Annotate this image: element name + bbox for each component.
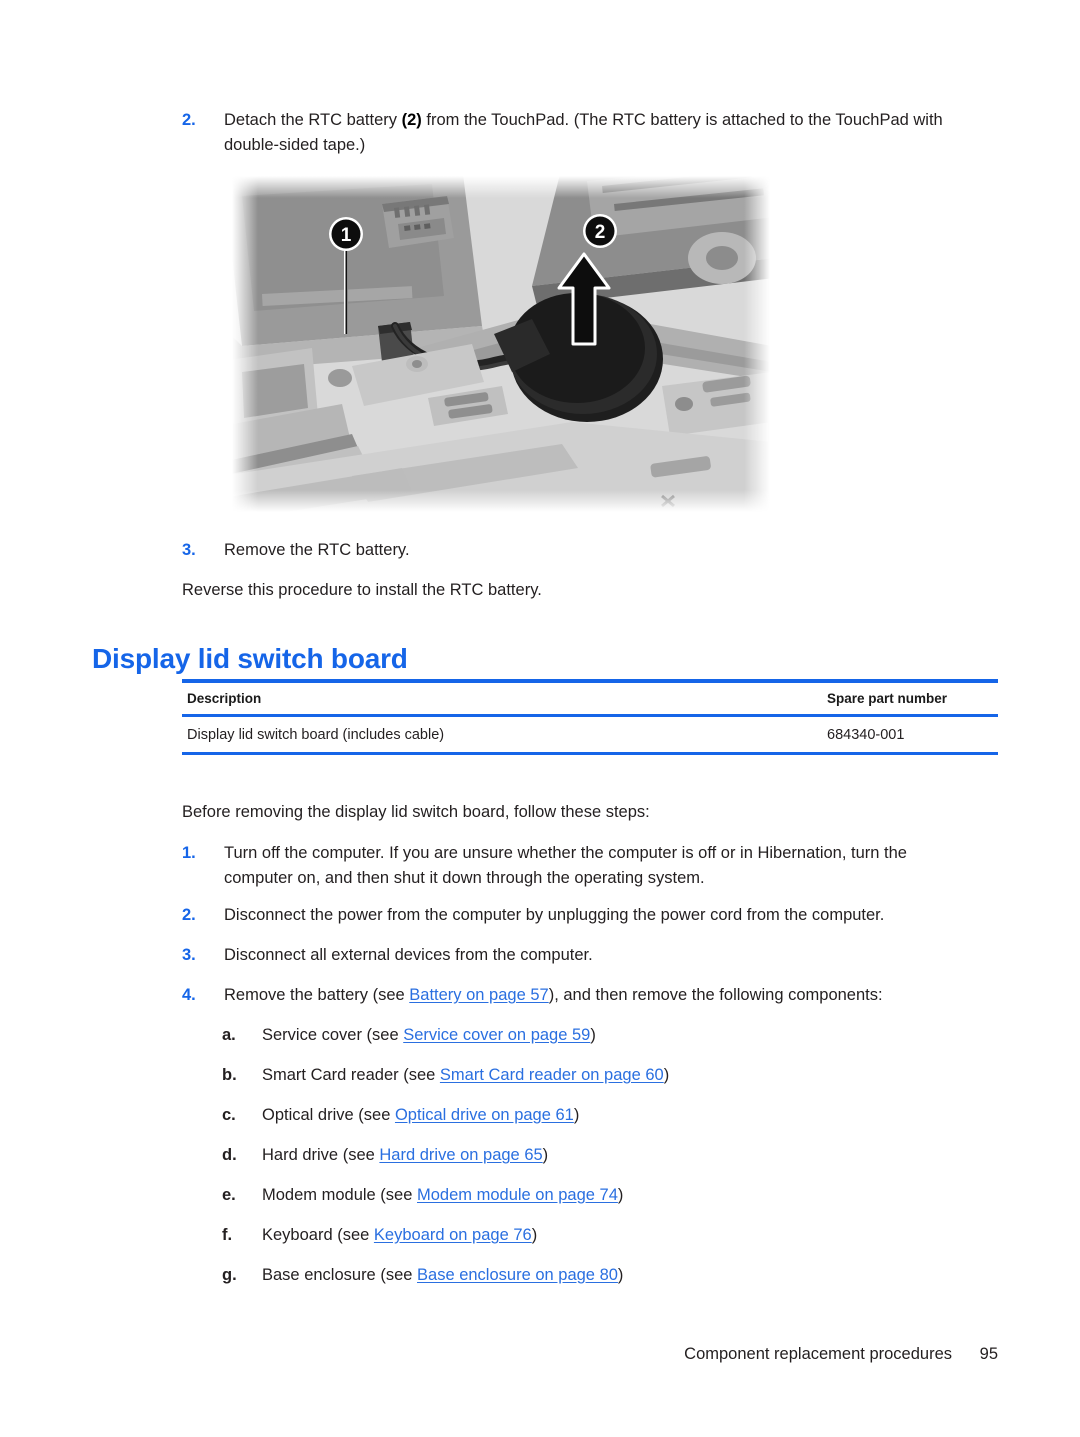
- substep-item-g: g. Base enclosure (see Base enclosure on…: [222, 1263, 982, 1288]
- substep-text-prefix: Optical drive (see: [262, 1106, 395, 1124]
- step-item-2: 2. Disconnect the power from the compute…: [182, 903, 972, 928]
- substep-text-suffix: ): [531, 1226, 538, 1244]
- svg-text:2: 2: [595, 222, 606, 243]
- substep-text-suffix: ): [590, 1026, 596, 1044]
- step-marker: 2.: [182, 906, 196, 924]
- substep-marker: g.: [222, 1266, 237, 1284]
- reverse-procedure-note: Reverse this procedure to install the RT…: [182, 581, 542, 599]
- substep-text-prefix: Modem module (see: [262, 1186, 417, 1204]
- substep-text-suffix: ): [663, 1066, 670, 1084]
- link-smart-card-reader[interactable]: Smart Card reader on page 60: [440, 1066, 664, 1084]
- cell-spare-part-number: 684340-001: [827, 726, 905, 743]
- table-header-row: Description Spare part number: [182, 683, 998, 714]
- substep-text-suffix: ): [573, 1106, 580, 1124]
- step-text-before: Detach the RTC battery: [224, 111, 402, 129]
- substep-text-prefix: Smart Card reader (see: [262, 1066, 440, 1084]
- link-hard-drive[interactable]: Hard drive on page 65: [379, 1146, 542, 1164]
- substep-text: Optical drive (see Optical drive on page…: [262, 1103, 579, 1128]
- callout-ref-2: (2): [401, 111, 422, 129]
- substep-text-suffix: ): [617, 1266, 624, 1284]
- link-base-enclosure[interactable]: Base enclosure on page 80: [417, 1266, 618, 1284]
- substep-item-f: f. Keyboard (see Keyboard on page 76): [222, 1223, 982, 1248]
- substep-item-c: c. Optical drive (see Optical drive on p…: [222, 1103, 982, 1128]
- substep-marker: a.: [222, 1026, 236, 1044]
- svg-text:1: 1: [341, 225, 352, 246]
- cell-description: Display lid switch board (includes cable…: [187, 726, 445, 743]
- step-text: Disconnect the power from the computer b…: [224, 906, 885, 924]
- step-marker: 3.: [182, 541, 196, 559]
- substep-text: Hard drive (see Hard drive on page 65): [262, 1143, 548, 1168]
- substep-marker: d.: [222, 1146, 237, 1164]
- step-marker: 1.: [182, 844, 196, 862]
- step-marker: 3.: [182, 946, 196, 964]
- substep-text: Base enclosure (see Base enclosure on pa…: [262, 1263, 623, 1288]
- substep-text: Keyboard (see Keyboard on page 76): [262, 1223, 537, 1248]
- step-item-1: 1. Turn off the computer. If you are uns…: [182, 841, 972, 891]
- substep-marker: f.: [222, 1226, 233, 1244]
- substep-marker: e.: [222, 1186, 236, 1204]
- step-item-3-top: 3. Remove the RTC battery.: [182, 538, 882, 563]
- step-text: Turn off the computer. If you are unsure…: [224, 844, 907, 888]
- step-item-4: 4. Remove the battery (see Battery on pa…: [182, 983, 972, 1008]
- substep-text: Smart Card reader (see Smart Card reader…: [262, 1063, 669, 1088]
- column-header-description: Description: [187, 691, 262, 706]
- page-title: Display lid switch board: [92, 642, 408, 674]
- substep-text-suffix: ): [542, 1146, 549, 1164]
- step-item-3: 3. Disconnect all external devices from …: [182, 943, 972, 968]
- substep-text: Service cover (see Service cover on page…: [262, 1023, 596, 1048]
- link-service-cover[interactable]: Service cover on page 59: [403, 1026, 590, 1044]
- step-text: Detach the RTC battery (2) from the Touc…: [224, 108, 992, 158]
- footer-page-number: 95: [979, 1345, 998, 1363]
- substep-item-a: a. Service cover (see Service cover on p…: [222, 1023, 982, 1048]
- spare-part-table: Description Spare part number Display li…: [182, 679, 998, 755]
- step-marker: 2.: [182, 111, 196, 129]
- link-optical-drive[interactable]: Optical drive on page 61: [395, 1106, 574, 1124]
- table-rule-bottom: [182, 752, 998, 755]
- substep-item-d: d. Hard drive (see Hard drive on page 65…: [222, 1143, 982, 1168]
- figure-image: 1 2: [232, 176, 770, 512]
- substep-text-prefix: Keyboard (see: [262, 1226, 374, 1244]
- step-text-suffix: ), and then remove the following compone…: [548, 986, 883, 1004]
- substep-text-prefix: Hard drive (see: [262, 1146, 380, 1164]
- table-row: Display lid switch board (includes cable…: [182, 717, 998, 752]
- substep-text: Modem module (see Modem module on page 7…: [262, 1183, 623, 1208]
- document-page: 2. Detach the RTC battery (2) from the T…: [0, 0, 1080, 1437]
- figure-rtc-battery: 1 2: [232, 176, 770, 512]
- step-marker: 4.: [182, 986, 196, 1004]
- page-footer: Component replacement procedures 95: [0, 1345, 1080, 1369]
- step-text: Remove the battery (see Battery on page …: [224, 983, 883, 1008]
- step-text: Remove the RTC battery.: [224, 541, 410, 559]
- link-modem-module[interactable]: Modem module on page 74: [417, 1186, 618, 1204]
- substep-item-e: e. Modem module (see Modem module on pag…: [222, 1183, 982, 1208]
- substep-text-prefix: Base enclosure (see: [262, 1266, 418, 1284]
- column-header-spare-part-number: Spare part number: [827, 691, 948, 706]
- step-item-2-top: 2. Detach the RTC battery (2) from the T…: [182, 108, 992, 158]
- substep-text-suffix: ): [617, 1186, 624, 1204]
- intro-text: Before removing the display lid switch b…: [182, 803, 650, 821]
- step-text: Disconnect all external devices from the…: [224, 946, 593, 964]
- link-battery[interactable]: Battery on page 57: [409, 986, 548, 1004]
- substep-item-b: b. Smart Card reader (see Smart Card rea…: [222, 1063, 982, 1088]
- footer-title: Component replacement procedures: [684, 1345, 952, 1363]
- step-text-prefix: Remove the battery (see: [224, 986, 410, 1004]
- link-keyboard[interactable]: Keyboard on page 76: [374, 1226, 532, 1244]
- substep-marker: c.: [222, 1106, 236, 1124]
- substep-text-prefix: Service cover (see: [262, 1026, 404, 1044]
- substep-marker: b.: [222, 1066, 237, 1084]
